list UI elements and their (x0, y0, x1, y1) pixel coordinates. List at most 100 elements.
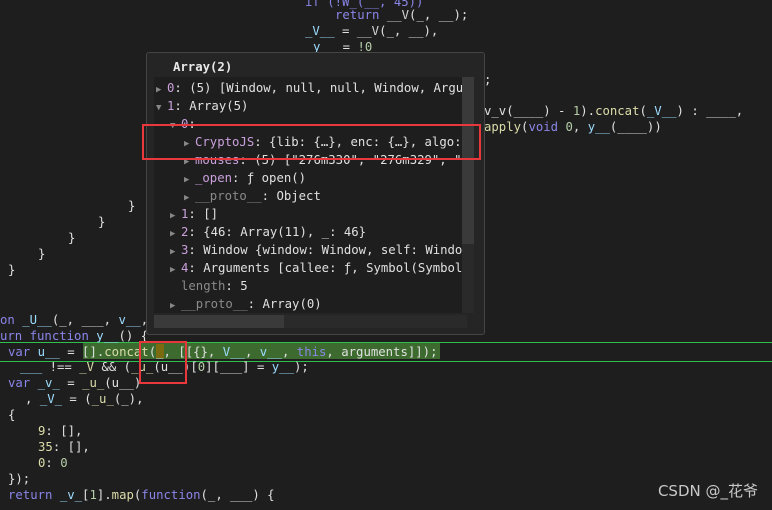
code-token: = (334, 24, 357, 38)
code-token: (u__) (104, 376, 142, 390)
code-token: concat (595, 104, 640, 118)
code-token: function (29, 329, 97, 343)
code-token: v_v(____) - (484, 104, 573, 118)
code-token: (_, __), (379, 24, 439, 38)
tree-row[interactable]: length: 5 (170, 278, 248, 295)
property-value: : Arguments [callee: ƒ, Symbol(Symbol (188, 261, 463, 275)
code-token: } (128, 199, 136, 213)
code-token: (_), (113, 392, 144, 406)
code-token: y__ (271, 360, 294, 374)
code-token: (____)) (609, 120, 662, 134)
code-token: V__ (222, 345, 245, 359)
code-line: 0: 0 (38, 455, 68, 471)
code-line: var u__ = [].concat(_, [[{}, V__, v__, t… (8, 344, 437, 360)
code-token: var (8, 345, 38, 359)
tree-row[interactable]: ▶ __proto__: Object (184, 188, 321, 205)
code-token: : [], (45, 424, 83, 438)
property-value: : Object (261, 189, 321, 203)
code-token: , (572, 120, 588, 134)
code-token: _v_ (37, 376, 60, 390)
code-token: __V (386, 8, 410, 22)
popup-title: Array(2) (173, 60, 233, 74)
tree-row[interactable]: ▼ 1: Array(5) (156, 98, 248, 115)
code-line: var _v_ = _u_(u__) (8, 375, 141, 391)
code-token: v__ (259, 345, 282, 359)
annotation-box-cryptojs (142, 124, 481, 160)
code-token: _V (79, 360, 95, 374)
code-token: { (8, 408, 16, 422)
variable-hover-popup[interactable]: Array(2) ▶ 0: (5) [Window, null, null, Wi… (146, 52, 485, 335)
code-token: !== (42, 360, 80, 374)
code-token: ___ (20, 360, 43, 374)
code-line: return _v_[1].map(function(_, ___) { (8, 487, 275, 503)
collapsed-triangle-icon[interactable]: ▶ (156, 82, 167, 99)
property-value: : Window {window: Window, self: Windo (188, 243, 463, 257)
vertical-scroll-thumb[interactable] (462, 77, 474, 244)
code-line: } (38, 246, 45, 262)
collapsed-triangle-icon[interactable] (170, 280, 181, 297)
code-token: } (68, 231, 76, 245)
horizontal-scroll-thumb[interactable] (154, 315, 284, 328)
code-line: apply(void 0, y__(____)) (484, 119, 662, 135)
expanded-triangle-icon[interactable]: ▼ (156, 100, 167, 117)
collapsed-triangle-icon[interactable]: ▶ (170, 244, 181, 261)
object-tree[interactable]: ▶ 0: (5) [Window, null, null, Window, Arg… (154, 77, 467, 313)
code-token: _V_ (39, 392, 63, 406)
code-token: v__ (118, 313, 141, 327)
annotation-box-argument (139, 341, 187, 384)
collapsed-triangle-icon[interactable]: ▶ (170, 208, 181, 225)
property-key: __proto__ (195, 189, 262, 203)
code-token: = []. (59, 345, 105, 359)
code-line: } (128, 198, 135, 214)
code-line: ; (484, 72, 491, 88)
code-token: 1 (89, 488, 97, 502)
code-token: 35 (38, 440, 53, 454)
property-value: : ƒ open() (232, 171, 307, 185)
tree-row[interactable]: ▶ 3: Window {window: Window, self: Windo (170, 242, 462, 259)
code-token: , (25, 392, 40, 406)
code-token: ). (580, 104, 596, 118)
code-token: } (98, 215, 106, 229)
tree-row[interactable]: ▶ _open: ƒ open() (184, 170, 306, 187)
code-line: return __V(_, __); (335, 7, 468, 23)
code-line: } (98, 214, 105, 230)
collapsed-triangle-icon[interactable]: ▶ (184, 172, 195, 189)
code-token: , (281, 345, 297, 359)
code-line: }); (8, 471, 30, 487)
property-value: : {46: Array(11), _: 46} (188, 225, 367, 239)
collapsed-triangle-icon[interactable]: ▶ (184, 190, 195, 207)
code-token: && ( (94, 360, 132, 374)
tree-row[interactable]: ▶ 2: {46: Array(11), _: 46} (170, 224, 366, 241)
tree-row[interactable]: ▶ __proto__: Array(0) (170, 296, 322, 313)
code-token: var (8, 376, 38, 390)
code-token: u__ (37, 345, 60, 359)
code-line: } (8, 262, 15, 278)
code-token: __V (356, 24, 380, 38)
code-line: urn function y__() { (0, 328, 148, 344)
code-token: _V__ (646, 104, 677, 118)
code-token: _v_ (59, 488, 83, 502)
code-token: = (59, 376, 83, 390)
code-token: = ( (62, 392, 92, 406)
tree-row[interactable]: ▶ 0: (5) [Window, null, null, Window, Arg… (156, 80, 463, 97)
property-value: : [] (188, 207, 219, 221)
collapsed-triangle-icon[interactable]: ▶ (170, 262, 181, 279)
code-token: } (8, 263, 16, 277)
tree-row[interactable]: ▶ 4: Arguments [callee: ƒ, Symbol(Symbol (170, 260, 462, 277)
watermark: CSDN @_花爷 (657, 482, 758, 500)
code-token: map (111, 488, 134, 502)
property-key: length (181, 279, 226, 293)
code-token: } (38, 247, 46, 261)
code-token: : (45, 456, 61, 470)
collapsed-triangle-icon[interactable]: ▶ (170, 226, 181, 243)
code-token: _U__ (22, 313, 52, 327)
code-token: return (335, 8, 387, 22)
vertical-scrollbar[interactable] (462, 77, 474, 313)
code-token: apply (484, 120, 522, 134)
code-token: , arguments]]); (326, 345, 438, 359)
collapsed-triangle-icon[interactable]: ▶ (170, 298, 181, 313)
code-token: ][___] = (205, 360, 272, 374)
tree-row[interactable]: ▶ 1: [] (170, 206, 218, 223)
horizontal-scrollbar[interactable] (154, 315, 467, 328)
code-token: _u_ (82, 376, 105, 390)
